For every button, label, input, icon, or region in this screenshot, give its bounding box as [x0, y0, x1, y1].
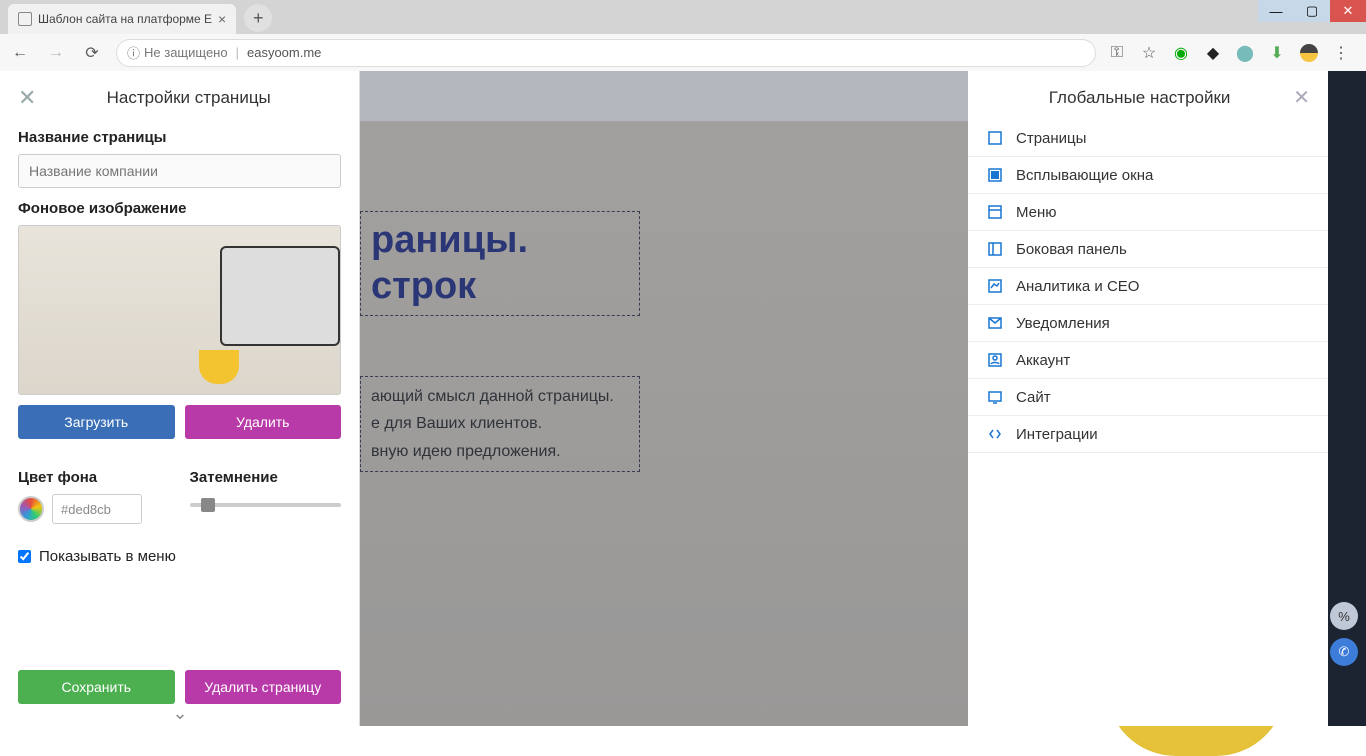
- analytics-icon: [986, 277, 1004, 295]
- phone-fab[interactable]: ✆: [1330, 638, 1358, 666]
- menu-item-notifications[interactable]: Уведомления: [968, 305, 1328, 342]
- page-settings-panel: ✕ Настройки страницы Название страницы Ф…: [0, 71, 360, 726]
- hex-input[interactable]: [52, 494, 142, 524]
- ext-icon-1[interactable]: ◆: [1204, 44, 1222, 62]
- bg-color-label: Цвет фона: [18, 469, 170, 486]
- menu-item-site[interactable]: Сайт: [968, 379, 1328, 416]
- menu-item-analytics[interactable]: Аналитика и СЕО: [968, 268, 1328, 305]
- close-global-panel[interactable]: ✕: [1293, 85, 1310, 110]
- global-settings-panel: Глобальные настройки ✕ Страницы Всплываю…: [968, 71, 1328, 726]
- ext-icon-2[interactable]: ⬤: [1236, 44, 1254, 62]
- address-bar: ← → ⟳ ⓘ Не защищено | easyoom.me ⚿ ☆ ◉ ◆…: [0, 34, 1366, 71]
- tab-bar: Шаблон сайта на платформе E × +: [0, 0, 1366, 34]
- url-divider: |: [236, 45, 239, 60]
- menu-label: Уведомления: [1016, 315, 1110, 332]
- darken-label: Затемнение: [190, 469, 342, 486]
- tab-title: Шаблон сайта на платформе E: [38, 12, 212, 26]
- menu-item-popups[interactable]: Всплывающие окна: [968, 157, 1328, 194]
- window-maximize[interactable]: ▢: [1294, 0, 1330, 22]
- menu-item-account[interactable]: Аккаунт: [968, 342, 1328, 379]
- menu-item-menu[interactable]: Меню: [968, 194, 1328, 231]
- insecure-label: Не защищено: [144, 45, 228, 60]
- percent-fab[interactable]: %: [1330, 602, 1358, 630]
- site-icon: [986, 388, 1004, 406]
- menu-label: Боковая панель: [1016, 241, 1127, 258]
- reload-button[interactable]: ⟳: [80, 41, 104, 65]
- window-close[interactable]: ✕: [1330, 0, 1366, 22]
- menu-label: Сайт: [1016, 389, 1051, 406]
- window-controls: — ▢ ✕: [1258, 0, 1366, 22]
- star-icon[interactable]: ☆: [1140, 44, 1158, 62]
- new-tab-button[interactable]: +: [244, 4, 272, 32]
- menu-icon[interactable]: ⋮: [1332, 44, 1350, 62]
- menu-item-sidebar[interactable]: Боковая панель: [968, 231, 1328, 268]
- delete-page-button[interactable]: Удалить страницу: [185, 670, 342, 704]
- browser-chrome: — ▢ ✕ Шаблон сайта на платформе E × + ← …: [0, 0, 1366, 71]
- global-menu-list: Страницы Всплывающие окна Меню Боковая п…: [968, 120, 1328, 453]
- adblock-icon[interactable]: ◉: [1172, 44, 1190, 62]
- account-icon: [986, 351, 1004, 369]
- menu-label: Страницы: [1016, 130, 1086, 147]
- color-picker-swatch[interactable]: [18, 496, 44, 522]
- app-canvas: ✕ Настройки страницы Название страницы Ф…: [0, 71, 1366, 726]
- ext-icon-3[interactable]: ⬇: [1268, 44, 1286, 62]
- url-field[interactable]: ⓘ Не защищено | easyoom.me: [116, 39, 1096, 67]
- page-icon: [18, 12, 32, 26]
- panel-header: ✕ Настройки страницы: [18, 85, 341, 111]
- global-panel-header: Глобальные настройки ✕: [968, 85, 1328, 120]
- panel-resize-handle[interactable]: [359, 71, 360, 121]
- thumb-mug: [199, 350, 239, 384]
- menu-label: Всплывающие окна: [1016, 167, 1153, 184]
- hero-title-1: раницы.: [371, 218, 629, 264]
- sidebar-icon: [986, 240, 1004, 258]
- menu-label: Аккаунт: [1016, 352, 1070, 369]
- hero-text-box[interactable]: ающий смысл данной страницы. е для Ваших…: [360, 376, 640, 472]
- menu-label: Меню: [1016, 204, 1057, 221]
- scroll-down-icon[interactable]: ⌄: [172, 703, 187, 724]
- popups-icon: [986, 166, 1004, 184]
- info-icon: ⓘ: [127, 43, 140, 62]
- bg-image-label: Фоновое изображение: [18, 200, 341, 217]
- hero-line-3: вную идею предложения.: [371, 438, 629, 465]
- darken-slider[interactable]: [190, 503, 342, 507]
- hero-line-1: ающий смысл данной страницы.: [371, 383, 629, 410]
- pages-icon: [986, 129, 1004, 147]
- panel-title: Настройки страницы: [36, 88, 341, 108]
- menu-label: Интеграции: [1016, 426, 1098, 443]
- integrations-icon: [986, 425, 1004, 443]
- menu-label: Аналитика и СЕО: [1016, 278, 1139, 295]
- page-name-input[interactable]: [18, 154, 341, 188]
- bg-image-thumbnail[interactable]: [18, 225, 341, 395]
- close-panel-button[interactable]: ✕: [18, 85, 36, 111]
- extension-icons: ⚿ ☆ ◉ ◆ ⬤ ⬇ ⋮: [1108, 44, 1358, 62]
- notifications-icon: [986, 314, 1004, 332]
- insecure-indicator: ⓘ Не защищено: [127, 43, 228, 62]
- page-name-label: Название страницы: [18, 129, 341, 146]
- browser-tab[interactable]: Шаблон сайта на платформе E ×: [8, 4, 236, 34]
- key-icon[interactable]: ⚿: [1108, 44, 1126, 62]
- url-text: easyoom.me: [247, 45, 321, 60]
- hero-line-2: е для Ваших клиентов.: [371, 410, 629, 437]
- window-minimize[interactable]: —: [1258, 0, 1294, 22]
- global-panel-title: Глобальные настройки: [986, 88, 1293, 108]
- show-in-menu-row[interactable]: Показывать в меню: [18, 548, 341, 565]
- menu-item-integrations[interactable]: Интеграции: [968, 416, 1328, 453]
- hero-title-2: строк: [371, 264, 629, 310]
- forward-button[interactable]: →: [44, 41, 68, 65]
- show-in-menu-label: Показывать в меню: [39, 548, 176, 565]
- tab-close-icon[interactable]: ×: [218, 11, 226, 27]
- delete-image-button[interactable]: Удалить: [185, 405, 342, 439]
- profile-icon[interactable]: [1300, 44, 1318, 62]
- back-button[interactable]: ←: [8, 41, 32, 65]
- hero-title-box[interactable]: раницы. строк: [360, 211, 640, 316]
- menu-item-pages[interactable]: Страницы: [968, 120, 1328, 157]
- menu-nav-icon: [986, 203, 1004, 221]
- save-button[interactable]: Сохранить: [18, 670, 175, 704]
- thumb-monitor: [220, 246, 340, 346]
- show-in-menu-checkbox[interactable]: [18, 550, 31, 563]
- upload-button[interactable]: Загрузить: [18, 405, 175, 439]
